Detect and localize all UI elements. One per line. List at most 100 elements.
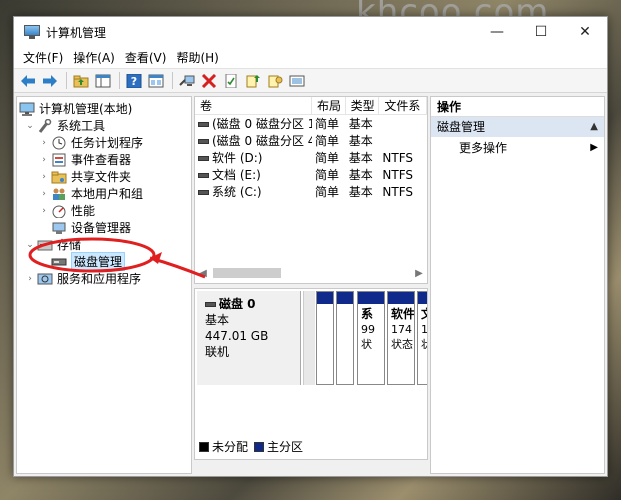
volume-cell-type: 基本 — [346, 183, 380, 200]
volume-cell-name: 软件 (D:) — [195, 149, 312, 166]
menu-file[interactable]: 文件(F) — [18, 49, 68, 66]
export-icon[interactable] — [265, 71, 284, 90]
horizontal-scrollbar[interactable]: ◀ ▶ — [195, 265, 427, 281]
list-view-icon[interactable] — [287, 71, 306, 90]
menu-view[interactable]: 查看(V) — [120, 49, 172, 66]
actions-section-disk-management[interactable]: 磁盘管理 ▲ — [431, 117, 604, 137]
disk-info-panel[interactable]: 磁盘 0 基本 447.01 GB 联机 — [197, 291, 301, 385]
expand-chevron-icon[interactable]: › — [39, 189, 49, 199]
tree-label: 设备管理器 — [71, 221, 132, 235]
volume-icon — [198, 122, 209, 127]
tree-item[interactable]: › 事件查看器 — [39, 151, 131, 168]
tree-label: 存储 — [57, 238, 82, 252]
column-header-volume[interactable]: 卷 — [195, 97, 312, 114]
scroll-right-icon[interactable]: ▶ — [411, 268, 427, 279]
clock-icon — [51, 136, 67, 150]
scroll-track[interactable] — [211, 266, 411, 280]
column-header-layout[interactable]: 布局 — [312, 97, 346, 114]
expand-chevron-icon[interactable]: › — [39, 155, 49, 165]
partition-line: 状态 — [421, 337, 427, 352]
tree-label: 任务计划程序 — [71, 136, 144, 150]
tree-item[interactable]: › 任务计划程序 — [39, 134, 143, 151]
disk-management-icon — [51, 255, 67, 269]
volume-cell-name: 系统 (C:) — [195, 183, 312, 200]
partition-scroll-strip[interactable] — [303, 291, 315, 385]
title-bar[interactable]: 计算机管理 — ☐ ✕ — [14, 17, 607, 47]
tree-item[interactable]: › 性能 — [39, 202, 95, 219]
console-icon[interactable] — [146, 71, 165, 90]
table-row[interactable]: 系统 (C:) 简单 基本 NTFS — [195, 183, 427, 200]
tree-item[interactable]: › 共享文件夹 — [39, 168, 131, 185]
actions-title: 操作 — [431, 97, 604, 117]
tree-label: 本地用户和组 — [71, 187, 144, 201]
help-icon[interactable]: ? — [124, 71, 143, 90]
menu-help[interactable]: 帮助(H) — [171, 49, 223, 66]
tree-item[interactable]: 磁盘管理 — [39, 252, 126, 271]
menu-bar: 文件(F) 操作(A) 查看(V) 帮助(H) — [14, 47, 607, 68]
scroll-left-icon[interactable]: ◀ — [195, 268, 211, 279]
window-title: 计算机管理 — [46, 25, 107, 40]
partition-block[interactable] — [336, 291, 354, 385]
volume-cell-layout: 简单 — [312, 183, 346, 200]
volume-cell-type: 基本 — [346, 166, 380, 183]
volume-cell-text: 基本 — [348, 185, 373, 199]
more-actions-item[interactable]: 更多操作 ▶ — [431, 137, 604, 159]
table-row[interactable]: 文档 (E:) 简单 基本 NTFS — [195, 166, 427, 183]
expand-chevron-icon[interactable]: › — [39, 138, 49, 148]
connect-icon[interactable] — [177, 71, 196, 90]
tree-item[interactable]: › 本地用户和组 — [39, 185, 143, 202]
volume-cell-text: 文档 (E:) — [212, 168, 261, 182]
partition-type-bar — [317, 292, 333, 304]
storage-icon — [37, 238, 53, 252]
table-row[interactable]: (磁盘 0 磁盘分区 4) 简单 基本 — [195, 132, 427, 149]
menu-action[interactable]: 操作(A) — [68, 49, 120, 66]
disk-type: 基本 — [205, 313, 230, 327]
tree-item[interactable]: › 服务和应用程序 — [25, 270, 141, 287]
volume-cell-type: 基本 — [346, 149, 380, 166]
volume-cell-text: 简单 — [314, 117, 339, 131]
partition-text: 软件 174 状态 — [388, 304, 414, 352]
partition-block[interactable]: 文档172状态 — [417, 291, 427, 385]
partition-block[interactable] — [316, 291, 334, 385]
tree-item[interactable]: ⌄ 系统工具 — [25, 117, 105, 134]
primary-partition-swatch — [254, 441, 265, 452]
column-header-type[interactable]: 类型 — [346, 97, 380, 114]
partition-block[interactable]: 系 99 状 — [357, 291, 385, 385]
partition-line: 文档 — [421, 307, 427, 322]
tree-root[interactable]: 计算机管理(本地) — [19, 100, 132, 117]
partition-line: 174 — [391, 323, 412, 336]
collapse-chevron-icon[interactable]: ⌄ — [25, 121, 35, 131]
tree-item[interactable]: ⌄ 存储 — [25, 236, 81, 253]
delete-icon[interactable] — [199, 71, 218, 90]
show-hide-tree-icon[interactable] — [93, 71, 112, 90]
column-header-filesystem[interactable]: 文件系 — [379, 97, 427, 114]
import-icon[interactable] — [243, 71, 262, 90]
table-row[interactable]: (磁盘 0 磁盘分区 1) 简单 基本 — [195, 115, 427, 132]
maximize-button[interactable]: ☐ — [519, 17, 563, 47]
volume-list-header: 卷 布局 类型 文件系 — [195, 97, 427, 115]
tree-item[interactable]: 设备管理器 — [39, 219, 131, 236]
up-folder-icon[interactable] — [71, 71, 90, 90]
volume-cell-text: 基本 — [348, 168, 373, 182]
table-row[interactable]: 软件 (D:) 简单 基本 NTFS — [195, 149, 427, 166]
scroll-thumb[interactable] — [213, 268, 281, 278]
tools-icon — [37, 118, 53, 133]
properties-icon[interactable] — [221, 71, 240, 90]
partition-block[interactable]: 软件 174 状态 — [387, 291, 415, 385]
volume-cell-text: 简单 — [314, 134, 339, 148]
computer-management-window: 计算机管理 — ☐ ✕ 文件(F) 操作(A) 查看(V) 帮助(H) ? 计算… — [13, 16, 608, 477]
expand-chevron-icon[interactable]: › — [39, 206, 49, 216]
volume-cell-layout: 简单 — [312, 149, 346, 166]
partition-line: 状 — [361, 338, 372, 351]
volume-cell-name: (磁盘 0 磁盘分区 4) — [195, 132, 312, 149]
volume-cell-layout: 简单 — [312, 166, 346, 183]
collapse-chevron-icon[interactable]: ⌄ — [25, 240, 35, 250]
back-arrow-icon[interactable] — [18, 71, 37, 90]
expand-chevron-icon[interactable]: › — [25, 274, 35, 284]
close-button[interactable]: ✕ — [563, 17, 607, 47]
forward-arrow-icon[interactable] — [40, 71, 59, 90]
legend-primary: 主分区 — [267, 440, 304, 454]
minimize-button[interactable]: — — [475, 17, 519, 47]
expand-chevron-icon[interactable]: › — [39, 172, 49, 182]
collapse-triangle-icon[interactable]: ▲ — [590, 117, 598, 137]
